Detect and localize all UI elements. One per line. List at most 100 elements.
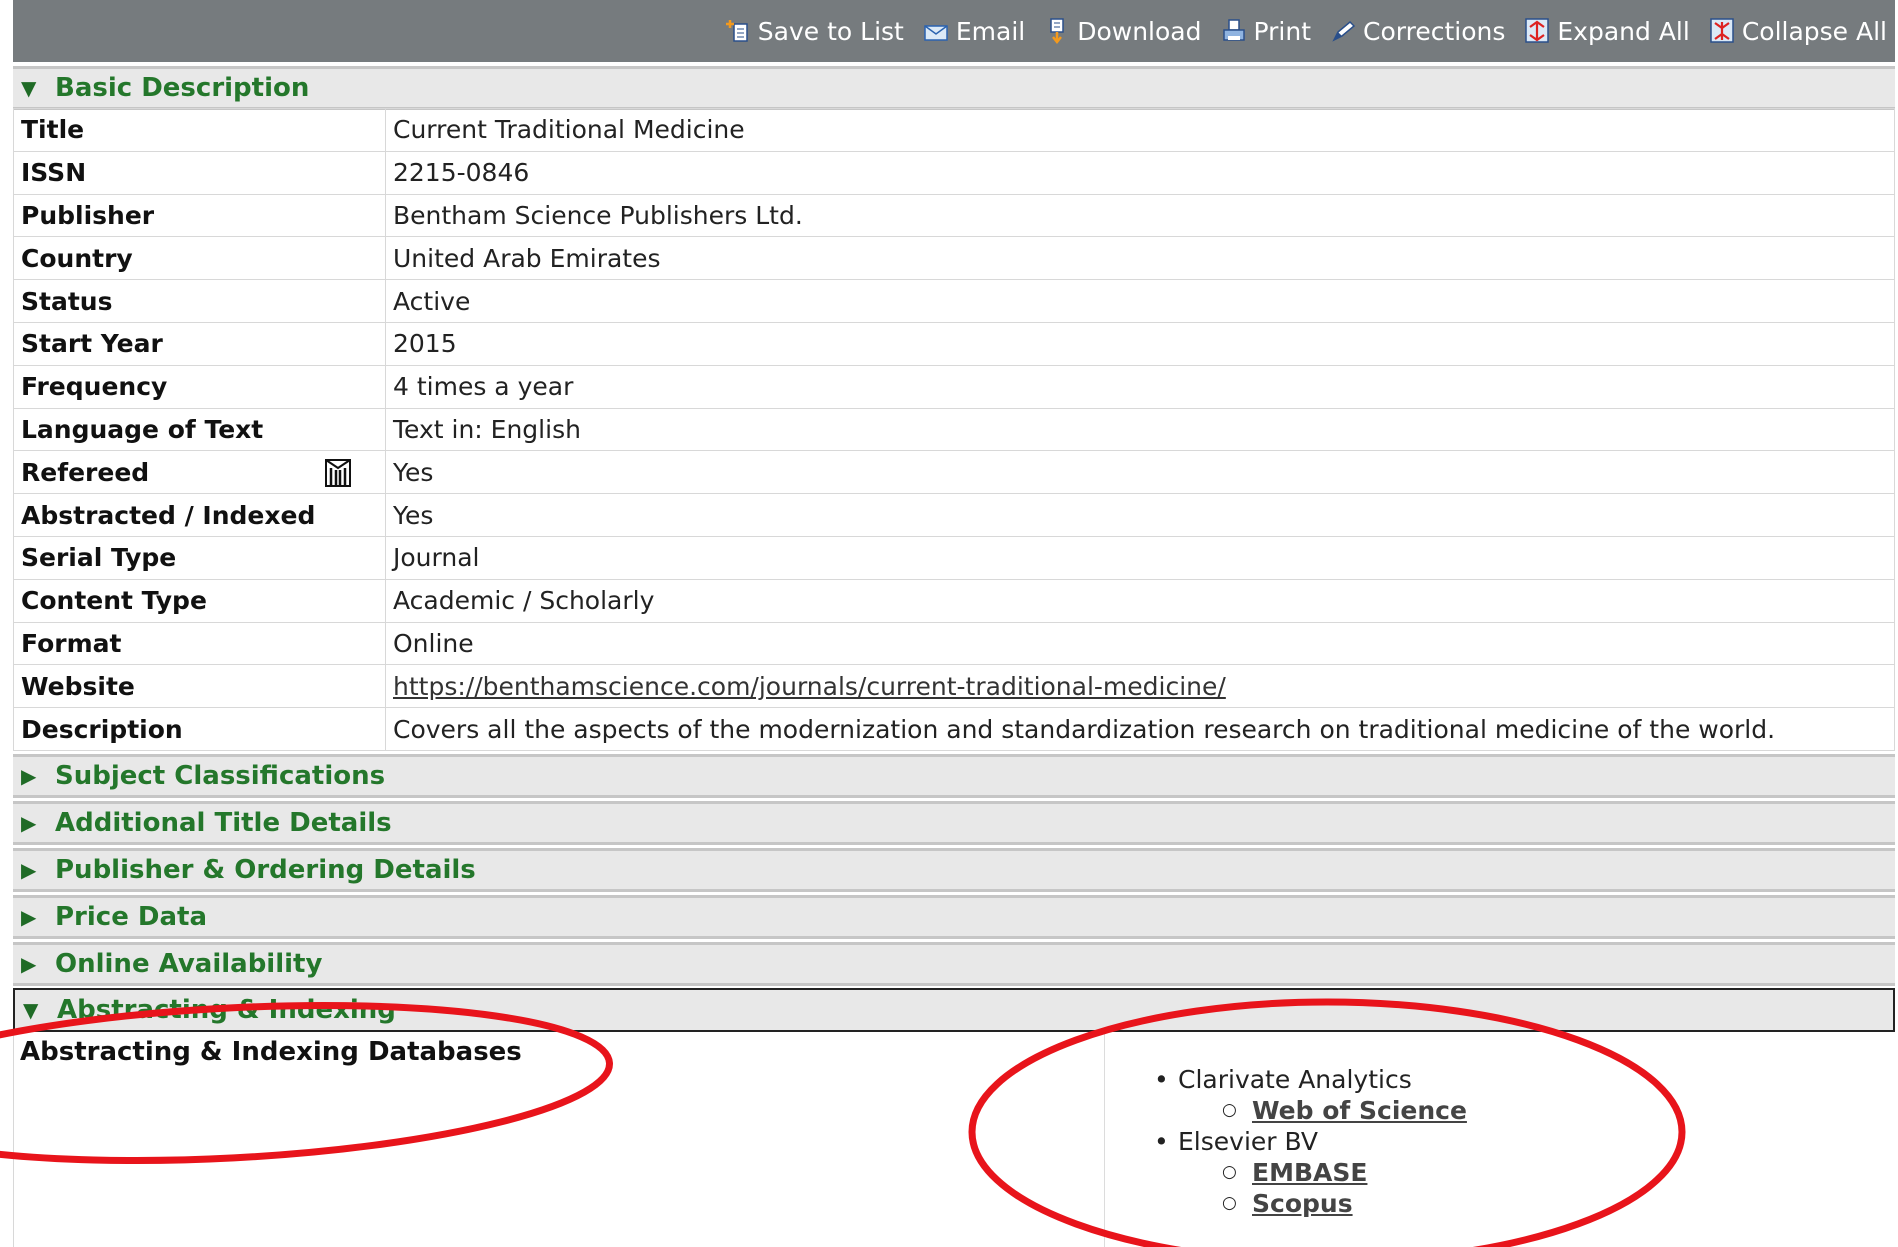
download-label: Download [1077, 16, 1202, 46]
section-header-abstracting-indexing[interactable]: ▼ Abstracting & Indexing [13, 988, 1895, 1032]
row-value: United Arab Emirates [385, 236, 1895, 281]
list-item: Scopus [1150, 1188, 1467, 1219]
row-label: Status [13, 279, 386, 323]
row-label: Abstracted / Indexed [13, 493, 386, 537]
corrections-label: Corrections [1363, 16, 1506, 46]
email-button[interactable]: Email [924, 17, 1025, 46]
table-row: Frequency 4 times a year [13, 364, 1895, 409]
abstracting-databases-list: Clarivate Analytics Web of Science Elsev… [1150, 1064, 1467, 1219]
row-value: Yes [385, 493, 1895, 537]
row-label-text: Refereed [21, 457, 150, 487]
section-title: Basic Description [55, 73, 310, 103]
table-row: Title Current Traditional Medicine [13, 108, 1895, 152]
collapse-all-icon [1710, 18, 1734, 44]
database-link-web-of-science[interactable]: Web of Science [1252, 1096, 1467, 1125]
collapsed-triangle-icon: ▶ [21, 811, 37, 835]
row-label: Publisher [13, 193, 386, 238]
list-item: Clarivate Analytics [1150, 1064, 1467, 1095]
print-icon [1222, 18, 1246, 44]
table-row: Website https://benthamscience.com/journa… [13, 664, 1895, 709]
list-item: EMBASE [1150, 1157, 1467, 1188]
save-to-list-button[interactable]: Save to List [725, 16, 904, 46]
section-header-price-data[interactable]: ▶ Price Data [13, 895, 1895, 939]
row-label: Language of Text [13, 407, 386, 452]
database-link-scopus[interactable]: Scopus [1252, 1189, 1353, 1218]
table-row: Start Year 2015 [13, 321, 1895, 366]
website-link[interactable]: https://benthamscience.com/journals/curr… [393, 672, 1226, 701]
refereed-icon[interactable] [325, 459, 351, 488]
section-title: Subject Classifications [55, 761, 386, 791]
expand-all-icon [1525, 18, 1550, 44]
download-button[interactable]: Download [1045, 16, 1202, 46]
expanded-triangle-icon: ▼ [21, 76, 37, 100]
collapse-all-button[interactable]: Collapse All [1710, 17, 1887, 46]
table-row: Language of Text Text in: English [13, 407, 1895, 452]
section-header-additional-title-details[interactable]: ▶ Additional Title Details [13, 801, 1895, 845]
table-row: Serial Type Journal [13, 535, 1895, 580]
expanded-triangle-icon: ▼ [23, 998, 39, 1022]
collapsed-triangle-icon: ▶ [21, 905, 37, 929]
section-title: Additional Title Details [55, 808, 392, 838]
table-row: Status Active [13, 279, 1895, 323]
row-value: 2015 [385, 321, 1895, 366]
row-label: Description [13, 707, 386, 751]
collapsed-triangle-icon: ▶ [21, 952, 37, 976]
collapse-all-label: Collapse All [1741, 16, 1887, 46]
basic-description-table: Title Current Traditional Medicine ISSN 22… [13, 108, 1895, 751]
database-link-embase[interactable]: EMBASE [1252, 1158, 1367, 1187]
row-value-website: https://benthamscience.com/journals/curr… [385, 664, 1895, 709]
download-icon [1045, 18, 1069, 44]
table-row: Description Covers all the aspects of the… [13, 707, 1895, 751]
row-value: Bentham Science Publishers Ltd. [385, 193, 1895, 238]
row-label: Frequency [13, 364, 386, 409]
action-toolbar: Save to List Email Download Print Correc… [13, 0, 1895, 62]
row-label-refereed: Refereed [13, 450, 386, 495]
corrections-icon [1331, 18, 1356, 44]
row-value: Journal [385, 535, 1895, 580]
print-label: Print [1253, 16, 1312, 46]
section-header-basic-description[interactable]: ▼ Basic Description [13, 66, 1895, 110]
table-row: ISSN 2215-0846 [13, 150, 1895, 195]
section-title: Abstracting & Indexing [57, 995, 396, 1025]
save-to-list-icon [725, 18, 750, 44]
section-header-online-availability[interactable]: ▶ Online Availability [13, 942, 1895, 986]
print-button[interactable]: Print [1222, 16, 1312, 46]
page: Save to List Email Download Print Correc… [0, 0, 1898, 1247]
abstracting-databases-label: Abstracting & Indexing Databases [20, 1037, 522, 1067]
row-value: Yes [385, 450, 1895, 495]
table-row: Format Online [13, 621, 1895, 666]
expand-all-label: Expand All [1557, 16, 1690, 46]
section-header-publisher-ordering-details[interactable]: ▶ Publisher & Ordering Details [13, 848, 1895, 892]
row-label: Content Type [13, 578, 386, 623]
table-row: Publisher Bentham Science Publishers Ltd. [13, 193, 1895, 238]
row-label: Title [13, 108, 386, 152]
row-value: Academic / Scholarly [385, 578, 1895, 623]
column-divider [1104, 1029, 1105, 1247]
email-label: Email [955, 16, 1026, 46]
table-row: Refereed Yes [13, 450, 1895, 495]
row-label: Start Year [13, 321, 386, 366]
row-value: 4 times a year [385, 364, 1895, 409]
row-label: Country [13, 236, 386, 281]
row-label: Serial Type [13, 535, 386, 580]
row-label: Website [13, 664, 386, 709]
section-title: Price Data [55, 902, 207, 932]
section-title: Publisher & Ordering Details [55, 855, 476, 885]
table-row: Content Type Academic / Scholarly [13, 578, 1895, 623]
collapsed-triangle-icon: ▶ [21, 764, 37, 788]
collapsed-triangle-icon: ▶ [21, 858, 37, 882]
email-icon [924, 18, 948, 44]
section-title: Online Availability [55, 949, 323, 979]
row-value: Current Traditional Medicine [385, 108, 1895, 152]
table-row: Abstracted / Indexed Yes [13, 493, 1895, 537]
list-item: Elsevier BV [1150, 1126, 1467, 1157]
row-label: Format [13, 621, 386, 666]
save-to-list-label: Save to List [757, 16, 904, 46]
table-row: Country United Arab Emirates [13, 236, 1895, 281]
row-value: Covers all the aspects of the modernizat… [385, 707, 1895, 751]
expand-all-button[interactable]: Expand All [1525, 16, 1690, 46]
row-value: Online [385, 621, 1895, 666]
section-header-subject-classifications[interactable]: ▶ Subject Classifications [13, 754, 1895, 798]
row-value: Active [385, 279, 1895, 323]
corrections-button[interactable]: Corrections [1331, 17, 1505, 46]
